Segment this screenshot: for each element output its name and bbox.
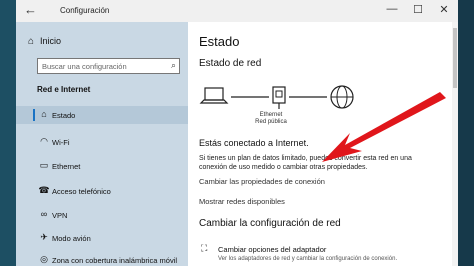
vpn-icon: ∞ bbox=[40, 209, 48, 219]
info-text: Si tienes un plan de datos limitado, pue… bbox=[199, 155, 412, 171]
home-label: Inicio bbox=[40, 36, 62, 46]
search-input[interactable]: Buscar una configuración ⌕ bbox=[37, 58, 180, 74]
sidebar-item-zona-cobertura[interactable]: ◎ Zona con cobertura inalámbrica móvil bbox=[16, 251, 188, 266]
sidebar-item-acceso-telefonico[interactable]: ☎ Acceso telefónico bbox=[16, 182, 188, 200]
settings-window: ← Configuración — ☐ ✕ ⌂ Inicio Buscar una… bbox=[16, 0, 458, 266]
sidebar-item-vpn[interactable]: ∞ VPN bbox=[16, 206, 188, 224]
diagram-caption: Ethernet Red pública bbox=[251, 112, 291, 126]
airplane-icon: ✈ bbox=[40, 232, 48, 242]
ethernet-icon bbox=[272, 86, 286, 109]
change-connection-properties-link[interactable]: Cambiar las propiedades de conexión bbox=[199, 177, 325, 186]
sidebar-item-ethernet[interactable]: ▭ Ethernet bbox=[16, 157, 188, 175]
adapter-icon: ⛶ bbox=[201, 243, 208, 253]
globe-icon bbox=[330, 85, 354, 109]
connected-status: Estás conectado a Internet. bbox=[199, 138, 309, 148]
desktop-frame-right bbox=[458, 0, 474, 266]
change-network-config-heading: Cambiar la configuración de red bbox=[199, 218, 341, 229]
minimize-button[interactable]: — bbox=[382, 3, 402, 15]
network-diagram bbox=[199, 85, 354, 109]
sidebar-item-modo-avion[interactable]: ✈ Modo avión bbox=[16, 229, 188, 247]
sidebar-item-estado[interactable]: ⌂ Estado bbox=[16, 106, 188, 124]
change-adapter-options-link[interactable]: Cambiar opciones del adaptador bbox=[218, 245, 326, 254]
scrollbar[interactable] bbox=[452, 22, 458, 266]
ethernet-icon: ▭ bbox=[39, 160, 49, 170]
dialup-icon: ☎ bbox=[38, 185, 50, 195]
caption-ethernet: Ethernet bbox=[259, 112, 283, 118]
show-available-networks-link[interactable]: Mostrar redes disponibles bbox=[199, 197, 285, 206]
home-icon: ⌂ bbox=[41, 109, 47, 119]
sidebar-item-label: Acceso telefónico bbox=[52, 187, 111, 196]
home-icon: ⌂ bbox=[28, 36, 35, 47]
main-content: Estado Estado de red Ethernet Red públic bbox=[188, 22, 458, 266]
sidebar-item-label: Modo avión bbox=[52, 234, 91, 243]
search-placeholder: Buscar una configuración bbox=[42, 62, 127, 71]
scrollbar-thumb[interactable] bbox=[453, 28, 457, 88]
close-button[interactable]: ✕ bbox=[434, 3, 454, 16]
adapter-option-description: Ver los adaptadores de red y cambiar la … bbox=[218, 256, 398, 262]
wifi-icon: ◠ bbox=[40, 136, 48, 146]
sidebar-item-label: Zona con cobertura inalámbrica móvil bbox=[52, 256, 178, 265]
network-status-heading: Estado de red bbox=[199, 58, 262, 69]
back-arrow-icon[interactable]: ← bbox=[24, 2, 37, 17]
sidebar-item-label: Estado bbox=[52, 111, 76, 120]
laptop-icon bbox=[199, 87, 229, 104]
sidebar-item-label: Ethernet bbox=[52, 162, 81, 171]
title-bar: ← Configuración — ☐ ✕ bbox=[16, 0, 458, 22]
sidebar-item-label: Wi-Fi bbox=[52, 138, 70, 147]
sidebar-item-label: VPN bbox=[52, 211, 68, 220]
search-icon[interactable]: ⌕ bbox=[171, 60, 176, 71]
window-title: Configuración bbox=[60, 6, 110, 15]
sidebar: ⌂ Inicio Buscar una configuración ⌕ Red e… bbox=[16, 22, 188, 266]
section-title: Red e Internet bbox=[37, 85, 91, 94]
selection-indicator bbox=[33, 109, 35, 121]
maximize-button[interactable]: ☐ bbox=[408, 3, 428, 16]
page-title: Estado bbox=[199, 34, 240, 49]
desktop-frame-left bbox=[0, 0, 16, 266]
home-link[interactable]: ⌂ Inicio bbox=[28, 36, 61, 47]
hotspot-icon: ◎ bbox=[40, 254, 48, 264]
caption-public-network: Red pública bbox=[255, 119, 287, 125]
sidebar-item-wifi[interactable]: ◠ Wi-Fi bbox=[16, 133, 188, 151]
